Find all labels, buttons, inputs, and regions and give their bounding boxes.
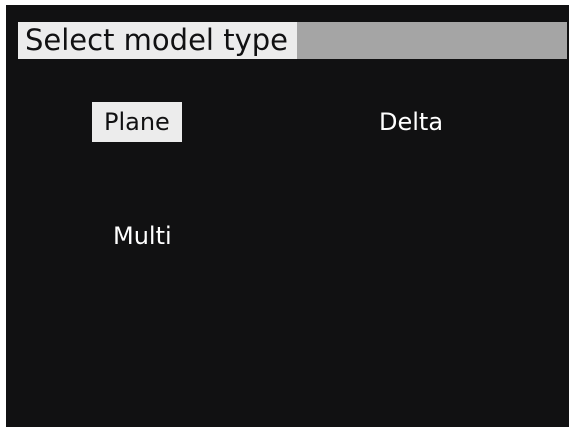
model-option-delta[interactable]: Delta xyxy=(367,102,455,142)
model-option-multi[interactable]: Multi xyxy=(101,216,184,256)
model-select-screen: Select model type Plane Delta Multi xyxy=(6,5,569,427)
title-bar: Select model type xyxy=(18,22,567,59)
model-option-plane[interactable]: Plane xyxy=(92,102,182,142)
page-title: Select model type xyxy=(18,22,297,59)
